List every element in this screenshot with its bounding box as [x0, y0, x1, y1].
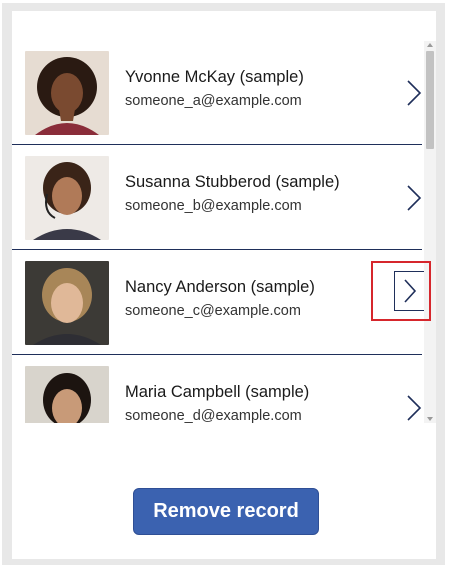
contact-email: someone_d@example.com	[125, 408, 302, 423]
contact-name: Susanna Stubberod (sample)	[125, 173, 340, 191]
contact-email: someone_c@example.com	[125, 303, 301, 319]
gallery-item[interactable]: Maria Campbell (sample) someone_d@exampl…	[12, 356, 422, 423]
gallery-scrollbar[interactable]	[424, 41, 436, 423]
scroll-down-icon[interactable]	[427, 417, 433, 421]
contact-photo	[25, 51, 109, 135]
gallery-item[interactable]: Yvonne McKay (sample) someone_a@example.…	[12, 41, 422, 145]
row-divider	[12, 249, 422, 250]
remove-record-button[interactable]: Remove record	[133, 488, 319, 535]
scroll-up-icon[interactable]	[427, 43, 433, 47]
contact-email: someone_b@example.com	[125, 198, 302, 214]
contact-photo	[25, 261, 109, 345]
gallery-item[interactable]: Nancy Anderson (sample) someone_c@exampl…	[12, 251, 426, 355]
contact-email: someone_a@example.com	[125, 93, 302, 109]
contact-name: Maria Campbell (sample)	[125, 383, 310, 401]
scroll-thumb[interactable]	[426, 51, 434, 149]
contact-photo	[25, 366, 109, 423]
selection-highlight	[371, 261, 431, 321]
contacts-gallery[interactable]: Yvonne McKay (sample) someone_a@example.…	[12, 41, 436, 423]
contact-name: Yvonne McKay (sample)	[125, 68, 304, 86]
gallery-item[interactable]: Susanna Stubberod (sample) someone_b@exa…	[12, 146, 422, 250]
row-divider	[12, 144, 422, 145]
contact-photo	[25, 156, 109, 240]
row-divider	[12, 354, 422, 355]
contact-name: Nancy Anderson (sample)	[125, 278, 315, 296]
